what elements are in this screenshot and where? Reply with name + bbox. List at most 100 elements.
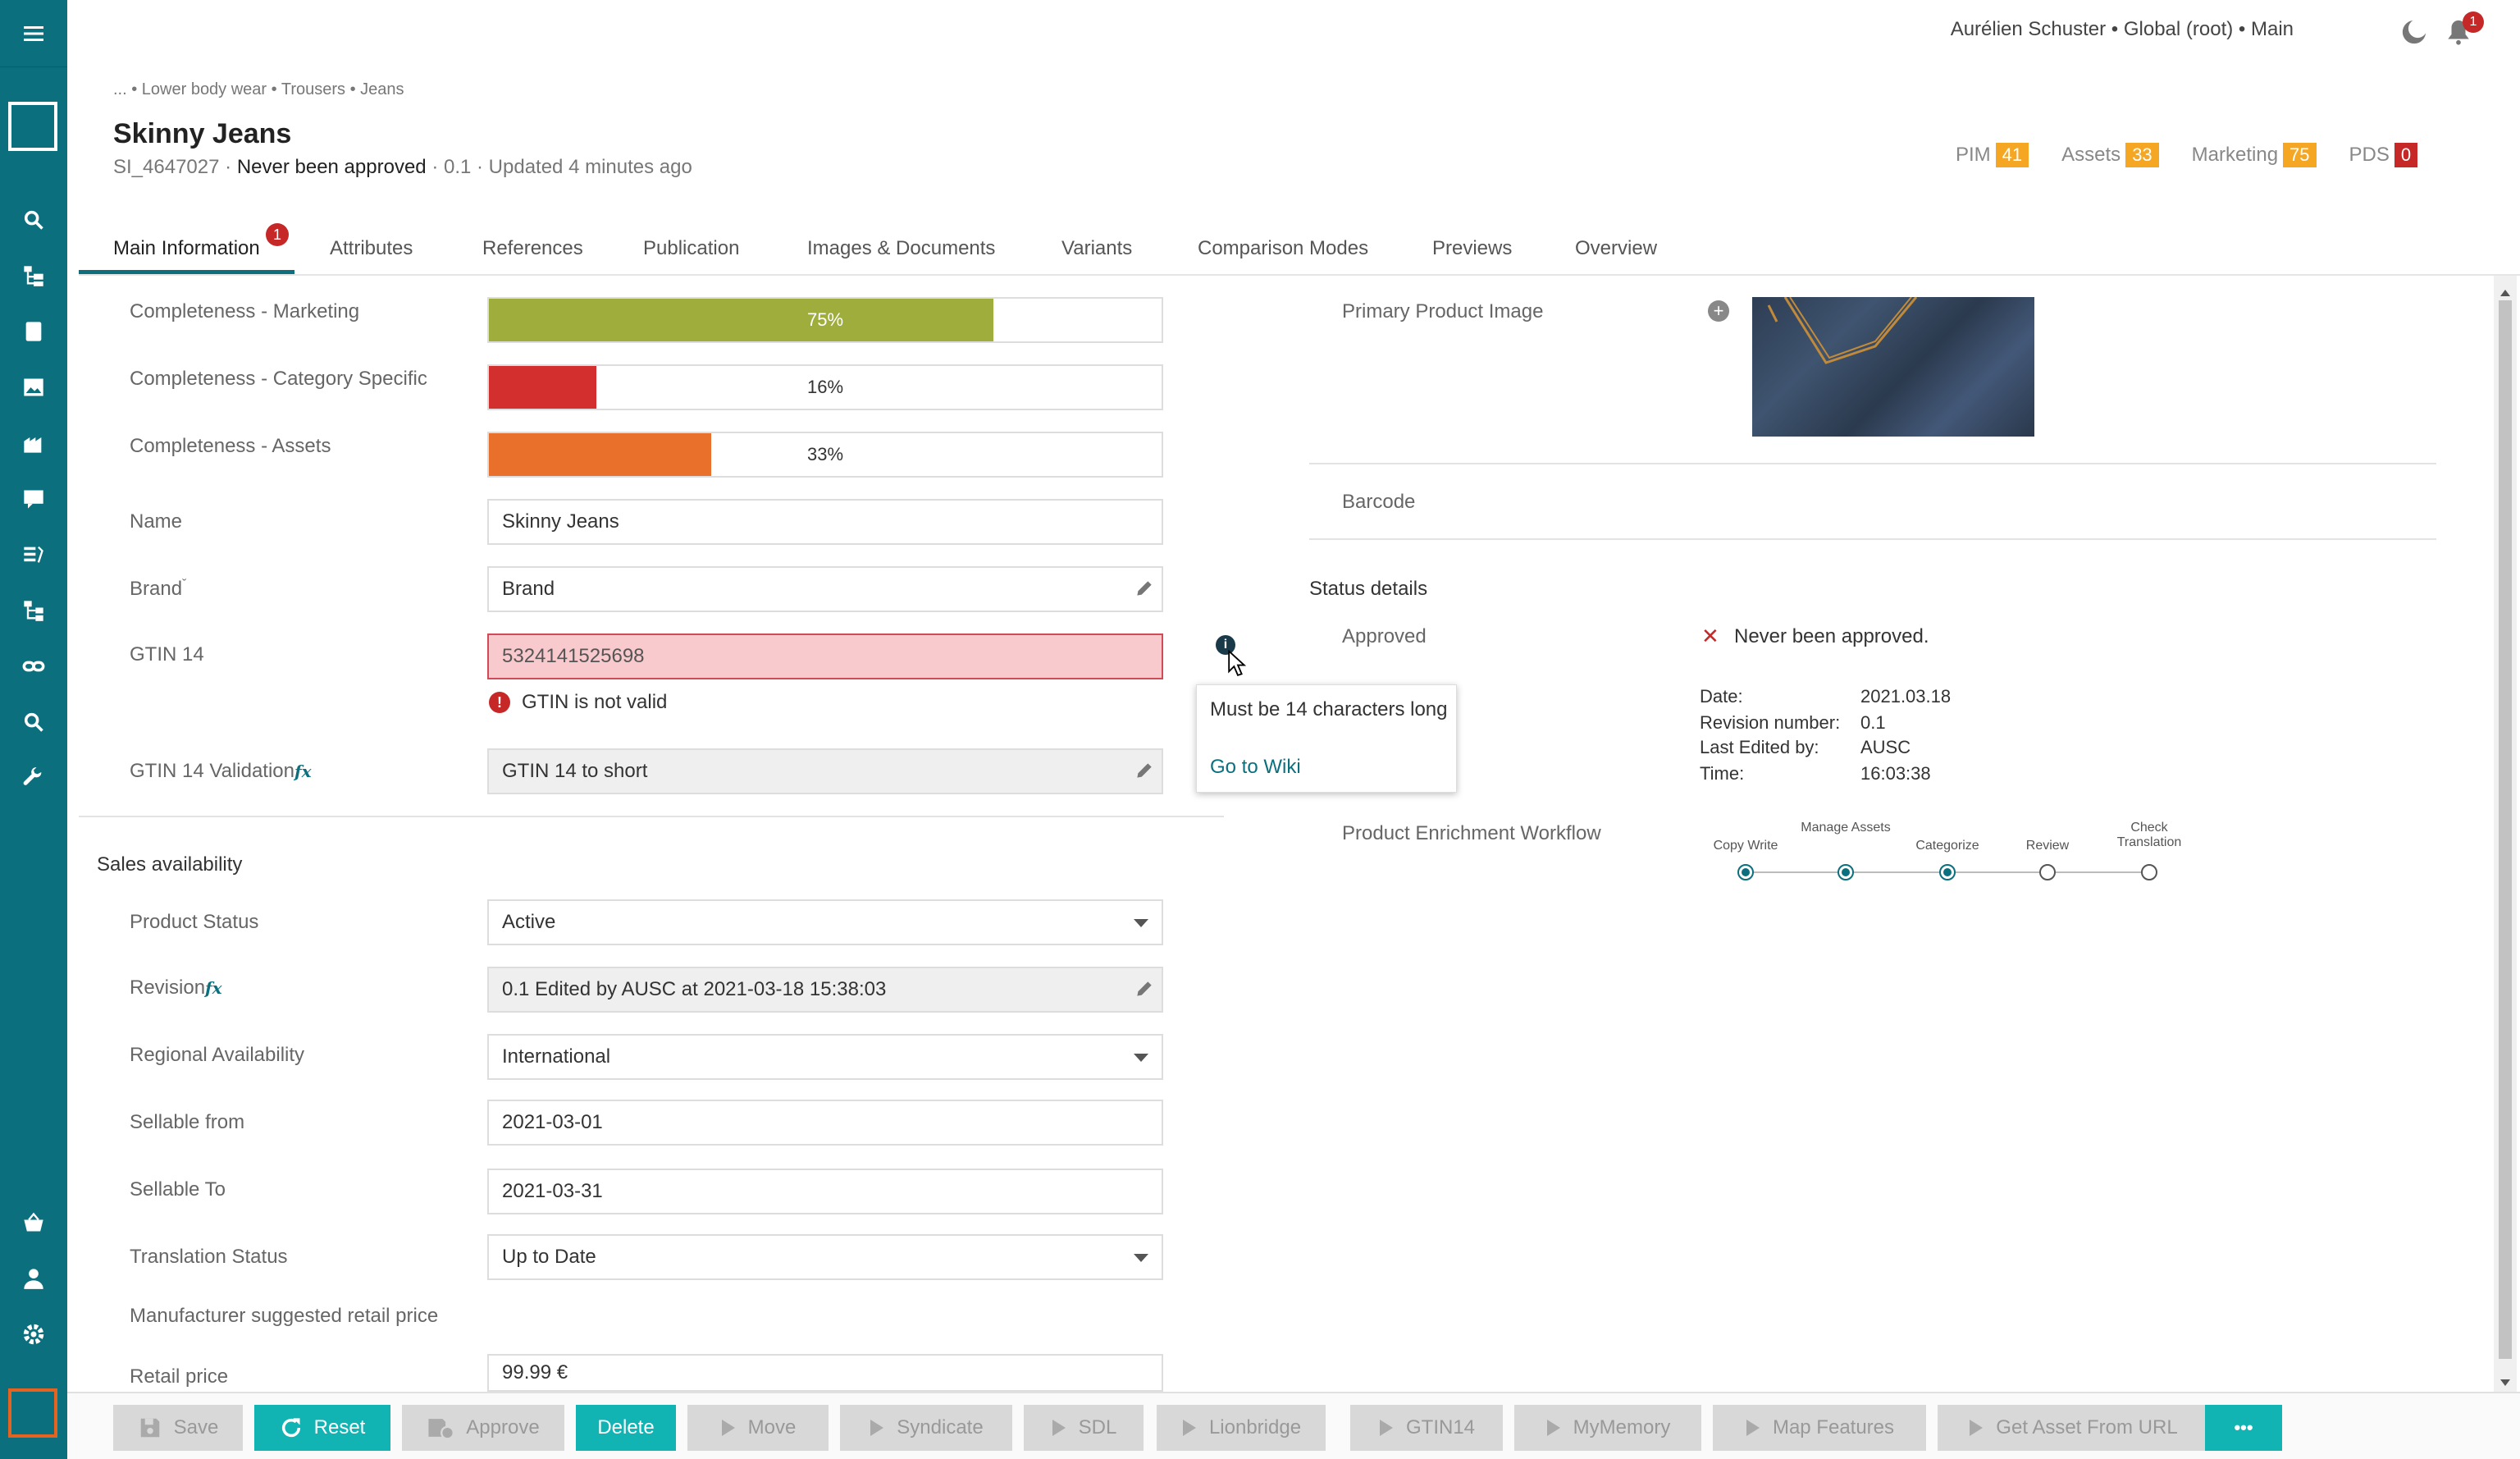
basket-icon[interactable] (0, 1195, 67, 1251)
wrench-icon[interactable] (0, 750, 67, 806)
gtin-error-message: ! GTIN is not valid (489, 691, 667, 714)
workflow-step-dot[interactable] (1737, 864, 1754, 880)
edit-pencil-icon[interactable] (1134, 978, 1155, 1005)
delete-button[interactable]: Delete (576, 1405, 676, 1451)
tab-overview[interactable]: Overview (1575, 230, 1657, 274)
breadcrumb[interactable]: ... • Lower body wear • Trousers • Jeans (113, 80, 404, 99)
sellable-from-input[interactable]: 2021-03-01 (487, 1100, 1163, 1146)
score-value: 75 (2283, 143, 2317, 167)
brand-input[interactable]: Brand (487, 566, 1163, 612)
approve-label: Approve (466, 1416, 540, 1438)
image-icon[interactable] (0, 359, 67, 415)
move-label: Move (747, 1416, 797, 1438)
progress-text: 16% (806, 377, 844, 397)
tab-attributes[interactable]: Attributes (330, 230, 413, 274)
map-features-button[interactable]: Map Features (1713, 1405, 1926, 1451)
section-divider (79, 816, 1224, 817)
scroll-down-icon[interactable] (2499, 1370, 2512, 1393)
approve-button[interactable]: Approve (402, 1405, 564, 1451)
play-icon (1968, 1418, 1984, 1438)
primary-product-image[interactable] (1752, 297, 2034, 437)
edit-pencil-icon[interactable] (1134, 760, 1155, 787)
approved-value: Never been approved. (1734, 625, 1929, 647)
scrollbar-thumb[interactable] (2499, 300, 2512, 1359)
save-button[interactable]: Save (113, 1405, 243, 1451)
go-to-wiki-link[interactable]: Go to Wiki (1210, 756, 1301, 779)
workflow-step-dot[interactable] (2141, 864, 2157, 880)
workflow-step-dot[interactable] (1939, 864, 1956, 880)
move-button[interactable]: Move (687, 1405, 829, 1451)
score-pim[interactable]: PIM 41 (1956, 143, 2029, 167)
regional-availability-select[interactable]: International (487, 1034, 1163, 1080)
scroll-up-icon[interactable] (2499, 281, 2512, 304)
add-image-icon[interactable]: + (1708, 300, 1729, 322)
link-icon[interactable] (0, 638, 67, 694)
detail-value: AUSC (1860, 737, 1911, 757)
tab-publication[interactable]: Publication (643, 230, 739, 274)
menu-toggle[interactable] (0, 0, 67, 67)
tab-badge: 1 (266, 223, 289, 246)
more-actions-button[interactable]: ••• (2205, 1405, 2282, 1451)
score-assets[interactable]: Assets 33 (2061, 143, 2159, 167)
list-tools-icon[interactable] (0, 527, 67, 583)
search-icon[interactable] (0, 192, 67, 248)
mouse-cursor-icon (1227, 649, 1249, 684)
play-icon (869, 1418, 885, 1438)
tab-images-documents[interactable]: Images & Documents (807, 230, 995, 274)
get-asset-from-url-button[interactable]: Get Asset From URL (1938, 1405, 2208, 1451)
score-label: PDS (2349, 144, 2390, 166)
edit-pencil-icon[interactable] (1134, 578, 1155, 605)
book-icon[interactable] (0, 304, 67, 359)
building-icon[interactable] (0, 415, 67, 471)
name-label: Name (130, 510, 183, 533)
workflow-step-dot[interactable] (2039, 864, 2056, 880)
play-icon (1745, 1418, 1761, 1438)
version-updated: · 0.1 · Updated 4 minutes ago (431, 156, 692, 178)
brand-logo[interactable] (8, 1388, 57, 1438)
gtin-validation-label-text: GTIN 14 Validation (130, 760, 294, 782)
tree-icon[interactable] (0, 583, 67, 638)
mymemory-button[interactable]: MyMemory (1514, 1405, 1701, 1451)
retail-price-input[interactable]: 99.99 € (487, 1354, 1163, 1392)
tab-references[interactable]: References (482, 230, 583, 274)
sellable-to-input[interactable]: 2021-03-31 (487, 1169, 1163, 1214)
search-advanced-icon[interactable] (0, 694, 67, 750)
product-status-select[interactable]: Active (487, 899, 1163, 945)
tab-main-information[interactable]: Main Information 1 (79, 223, 294, 274)
hierarchy-icon[interactable] (0, 248, 67, 304)
chevron-down-icon[interactable]: ˇ (182, 578, 186, 592)
name-input[interactable]: Skinny Jeans (487, 499, 1163, 545)
workflow-step-label: Copy Write (1713, 839, 1778, 853)
detail-key: Date: (1700, 686, 1743, 707)
translation-status-select[interactable]: Up to Date (487, 1234, 1163, 1280)
progress-text: 75% (806, 309, 844, 330)
lionbridge-button[interactable]: Lionbridge (1157, 1405, 1326, 1451)
theme-toggle-icon[interactable] (2400, 18, 2428, 52)
revision-value: 0.1 Edited by AUSC at 2021-03-18 15:38:0… (502, 978, 887, 1000)
revision-label: Revisionfx (130, 976, 222, 999)
gtin14-button[interactable]: GTIN14 (1350, 1405, 1503, 1451)
user-info[interactable]: Aurélien Schuster • Global (root) • Main (1951, 18, 2294, 41)
reset-button[interactable]: Reset (254, 1405, 390, 1451)
user-icon[interactable] (0, 1251, 67, 1306)
syndicate-button[interactable]: Syndicate (840, 1405, 1012, 1451)
score-pds[interactable]: PDS 0 (2349, 143, 2418, 167)
completeness-assets-bar: 33% (487, 432, 1163, 478)
translation-status-value: Up to Date (502, 1246, 596, 1268)
chat-icon[interactable] (0, 471, 67, 527)
hamburger-icon (24, 25, 43, 41)
score-marketing[interactable]: Marketing 75 (2192, 143, 2317, 167)
tab-previews[interactable]: Previews (1432, 230, 1512, 274)
detail-value: 2021.03.18 (1860, 686, 1952, 707)
sdl-button[interactable]: SDL (1024, 1405, 1144, 1451)
app-logo[interactable] (8, 102, 57, 151)
workflow-step-dot[interactable] (1838, 864, 1854, 880)
gtin-input[interactable]: 5324141525698 (487, 633, 1163, 679)
settings-icon[interactable] (0, 1306, 67, 1362)
revision-input[interactable]: 0.1 Edited by AUSC at 2021-03-18 15:38:0… (487, 967, 1163, 1013)
tab-comparison-modes[interactable]: Comparison Modes (1198, 230, 1368, 274)
gtin-validation-input[interactable]: GTIN 14 to short (487, 748, 1163, 794)
workflow-step-label: Review (2025, 839, 2070, 853)
tab-variants[interactable]: Variants (1061, 230, 1132, 274)
completeness-assets-label: Completeness - Assets (130, 435, 331, 457)
